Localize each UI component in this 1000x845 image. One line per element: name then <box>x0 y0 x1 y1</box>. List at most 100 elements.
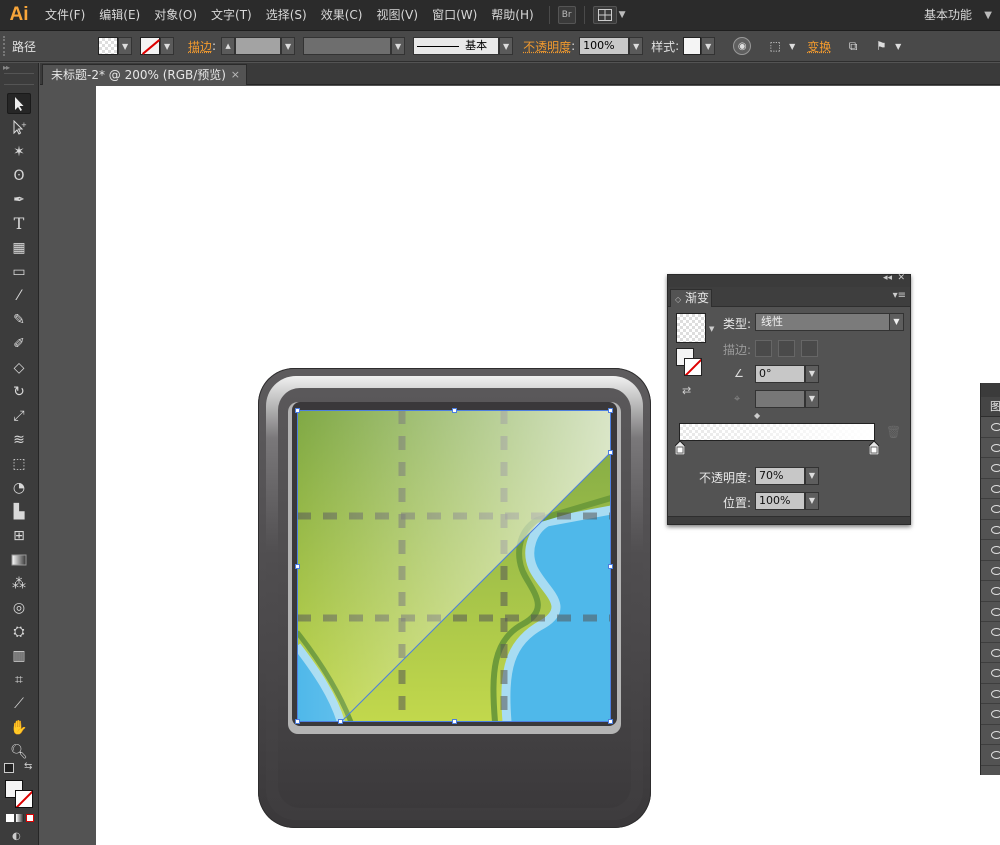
transform-label[interactable]: 变换 <box>807 38 831 55</box>
gradient-stop-start[interactable] <box>675 441 685 455</box>
align-to-icon[interactable]: ⬚ <box>765 37 785 55</box>
stroke-label[interactable]: 描边 <box>188 38 212 55</box>
gradient-tool-icon[interactable] <box>7 549 31 570</box>
isolate-group-icon[interactable]: ⧉ <box>843 37 863 55</box>
rotate-tool-icon[interactable]: ↻ <box>7 381 31 402</box>
collapse-panel-icon[interactable]: ◂◂ <box>883 273 892 283</box>
close-icon[interactable]: ✕ <box>897 273 905 283</box>
pen-tool-icon[interactable]: ✒ <box>7 189 31 210</box>
map-artwork[interactable] <box>297 410 611 722</box>
visibility-eye-icon[interactable] <box>981 520 1000 540</box>
fill-dropdown[interactable]: ▼ <box>118 37 133 55</box>
menu-help[interactable]: 帮助(H) <box>484 0 540 31</box>
magic-wand-tool-icon[interactable]: ✶ <box>7 141 31 162</box>
layers-panel-title-bar[interactable] <box>981 383 1000 397</box>
opacity-label[interactable]: 不透明度 <box>523 38 571 55</box>
profile-dropdown[interactable]: ▼ <box>391 37 406 55</box>
lasso-tool-icon[interactable]: ʘ <box>7 165 31 186</box>
menu-edit[interactable]: 编辑(E) <box>92 0 147 31</box>
angle-field[interactable]: 0° <box>755 365 805 383</box>
visibility-eye-icon[interactable] <box>981 602 1000 622</box>
toolbar-grip[interactable] <box>4 73 34 85</box>
stroke-weight-dropdown[interactable]: ▼ <box>281 37 296 55</box>
variable-width-profile[interactable] <box>303 37 392 55</box>
column-graph-tool-icon[interactable]: ▥ <box>7 645 31 666</box>
control-panel-menu-dropdown[interactable]: ▼ <box>891 37 905 55</box>
gradient-mode-icon[interactable] <box>16 814 24 822</box>
direct-selection-tool-icon[interactable]: + <box>7 117 31 138</box>
gradient-stop-end[interactable] <box>869 441 879 455</box>
close-icon[interactable]: × <box>231 65 240 85</box>
drawing-mode-icon[interactable]: ◐ <box>12 831 21 842</box>
stroke-across-button[interactable] <box>801 340 818 357</box>
visibility-eye-icon[interactable] <box>981 704 1000 725</box>
stroke-weight-stepper[interactable]: ▲ <box>221 37 236 55</box>
menu-select[interactable]: 选择(S) <box>259 0 314 31</box>
opacity-field[interactable]: 100% <box>579 37 630 55</box>
panel-resize-grip[interactable] <box>668 516 910 524</box>
blob-brush-tool-icon[interactable]: ✐ <box>7 333 31 354</box>
menu-object[interactable]: 对象(O) <box>147 0 204 31</box>
symbol-sprayer-tool-icon[interactable]: ⛭ <box>7 621 31 642</box>
location-dropdown[interactable]: ▼ <box>805 492 819 510</box>
stroke-weight-field[interactable] <box>235 37 282 55</box>
blend-tool-icon[interactable]: ◎ <box>7 597 31 618</box>
recolor-artwork-icon[interactable]: ◉ <box>733 37 752 55</box>
visibility-eye-icon[interactable] <box>981 499 1000 520</box>
stroke-dropdown[interactable]: ▼ <box>160 37 175 55</box>
visibility-eye-icon[interactable] <box>981 663 1000 684</box>
line-segment-tool-icon[interactable]: ▦ <box>7 237 31 258</box>
pencil-tool-icon[interactable]: ✎ <box>7 309 31 330</box>
visibility-eye-icon[interactable] <box>981 643 1000 663</box>
stroke-color-icon[interactable] <box>15 790 33 808</box>
menu-view[interactable]: 视图(V) <box>369 0 425 31</box>
opacity-dropdown[interactable]: ▼ <box>629 37 644 55</box>
shape-builder-tool-icon[interactable]: ◔ <box>7 477 31 498</box>
menu-file[interactable]: 文件(F) <box>38 0 92 31</box>
trash-icon[interactable]: 🗑︎ <box>886 425 901 439</box>
slice-tool-icon[interactable]: ⟋ <box>7 693 31 714</box>
panel-menu-icon[interactable]: ▾≡ <box>893 290 906 301</box>
default-colors-icon[interactable] <box>4 763 14 773</box>
graphic-style-swatch[interactable] <box>683 37 702 55</box>
visibility-eye-icon[interactable] <box>981 581 1000 602</box>
location-field[interactable]: 100% <box>755 492 805 510</box>
perspective-grid-tool-icon[interactable]: ▙ <box>7 501 31 522</box>
zoom-tool-icon[interactable]: 🔍︎ <box>7 741 31 762</box>
rectangle-tool-icon[interactable]: ▭ <box>7 261 31 282</box>
brush-dropdown[interactable]: ▼ <box>499 37 514 55</box>
selection-tool-icon[interactable] <box>7 93 31 114</box>
gradient-fill-swatch[interactable] <box>676 313 706 343</box>
eyedropper-tool-icon[interactable]: ⁂ <box>7 573 31 594</box>
eraser-tool-icon[interactable]: ◇ <box>7 357 31 378</box>
chevron-down-icon[interactable]: ▼ <box>984 0 992 31</box>
type-select[interactable]: 线性 ▼ <box>755 313 904 331</box>
flag-icon[interactable]: ⚑ <box>871 37 891 55</box>
visibility-eye-icon[interactable] <box>981 479 1000 499</box>
color-mode-icon[interactable] <box>6 814 14 822</box>
visibility-eye-icon[interactable] <box>981 540 1000 561</box>
panel-title-bar[interactable]: ◂◂ ✕ <box>668 273 910 287</box>
mesh-tool-icon[interactable]: ⊞ <box>7 525 31 546</box>
angle-dropdown[interactable]: ▼ <box>805 365 819 383</box>
none-mode-icon[interactable] <box>26 814 34 822</box>
free-transform-tool-icon[interactable]: ⬚ <box>7 453 31 474</box>
scale-tool-icon[interactable]: ⤢ <box>7 405 31 426</box>
visibility-eye-icon[interactable] <box>981 684 1000 704</box>
menu-effect[interactable]: 效果(C) <box>314 0 370 31</box>
fill-swatch[interactable] <box>98 37 119 55</box>
opacity-dropdown[interactable]: ▼ <box>805 467 819 485</box>
width-tool-icon[interactable]: ≋ <box>7 429 31 450</box>
visibility-eye-icon[interactable] <box>981 561 1000 581</box>
paintbrush-tool-icon[interactable]: ⁄ <box>7 285 31 306</box>
align-to-dropdown[interactable]: ▼ <box>785 37 799 55</box>
reverse-gradient-icon[interactable]: ⇄ <box>682 384 691 397</box>
chevron-down-icon[interactable]: ▼ <box>619 10 626 20</box>
hand-tool-icon[interactable]: ✋ <box>7 717 31 738</box>
opacity-field[interactable]: 70% <box>755 467 805 485</box>
menu-window[interactable]: 窗口(W) <box>425 0 484 31</box>
visibility-eye-icon[interactable] <box>981 438 1000 458</box>
brush-definition[interactable]: 基本 <box>413 37 500 55</box>
type-tool-icon[interactable]: T <box>7 213 31 234</box>
tab-layers[interactable]: 图 <box>981 397 1000 417</box>
